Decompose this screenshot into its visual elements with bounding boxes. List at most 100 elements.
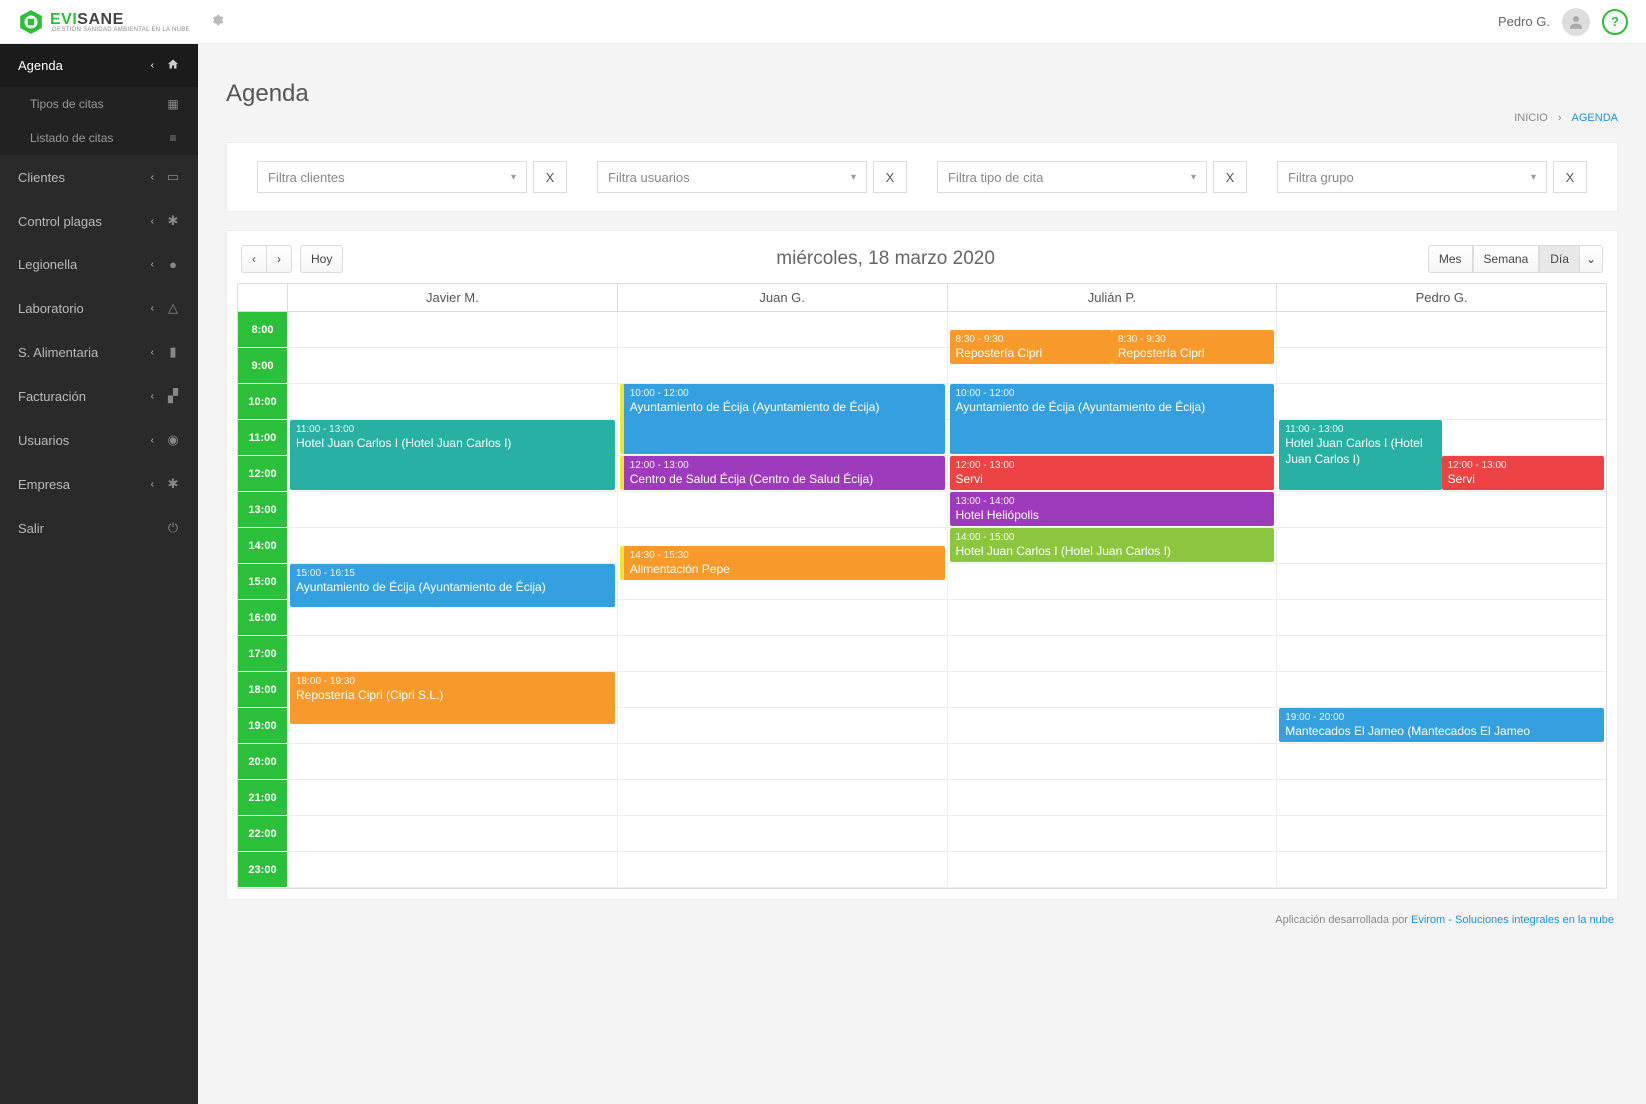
- calendar-event[interactable]: 8:30 - 9:30Repostería Cipri: [1112, 330, 1274, 364]
- calendar-event[interactable]: 11:00 - 13:00Hotel Juan Carlos I (Hotel …: [1279, 420, 1441, 490]
- hour-cell[interactable]: [288, 384, 617, 420]
- hour-cell[interactable]: [618, 636, 947, 672]
- gear-icon[interactable]: [210, 13, 224, 30]
- filter-clients-clear[interactable]: X: [533, 161, 567, 193]
- hour-cell[interactable]: [618, 780, 947, 816]
- sidebar-item-control-plagas[interactable]: Control plagas‹✱: [0, 199, 198, 243]
- hour-cell[interactable]: [1277, 852, 1606, 888]
- hour-cell[interactable]: [618, 348, 947, 384]
- hour-cell[interactable]: [288, 852, 617, 888]
- filter-groups-dropdown[interactable]: Filtra grupo: [1277, 161, 1547, 193]
- footer-link[interactable]: Evirom - Soluciones integrales en la nub…: [1411, 914, 1614, 926]
- filter-users-dropdown[interactable]: Filtra usuarios: [597, 161, 867, 193]
- calendar-event[interactable]: 12:00 - 13:00Servi: [1442, 456, 1604, 490]
- breadcrumb-root[interactable]: INICIO: [1514, 112, 1548, 124]
- hour-cell[interactable]: [288, 528, 617, 564]
- page-header: Agenda INICIO › AGENDA: [226, 64, 1618, 124]
- hour-cell[interactable]: [948, 708, 1277, 744]
- hour-cell[interactable]: [1277, 744, 1606, 780]
- hour-cell[interactable]: [1277, 492, 1606, 528]
- help-button[interactable]: ?: [1602, 9, 1628, 35]
- calendar-event[interactable]: 14:00 - 15:00Hotel Juan Carlos I (Hotel …: [950, 528, 1275, 562]
- sidebar-item-clientes[interactable]: Clientes‹▭: [0, 155, 198, 199]
- hour-cell[interactable]: [618, 744, 947, 780]
- logo[interactable]: EVISANE GESTIÓN SANIDAD AMBIENTAL EN LA …: [18, 9, 190, 35]
- calendar-event[interactable]: 14:30 - 15:30Alimentación Pepe: [620, 546, 945, 580]
- calendar-event[interactable]: 11:00 - 13:00Hotel Juan Carlos I (Hotel …: [290, 420, 615, 490]
- hour-cell[interactable]: [288, 816, 617, 852]
- sidebar-item-salir[interactable]: Salir⏻: [0, 506, 198, 550]
- filter-users-clear[interactable]: X: [873, 161, 907, 193]
- view-week[interactable]: Semana: [1473, 245, 1540, 273]
- hour-cell[interactable]: [1277, 348, 1606, 384]
- time-slot: 13:00: [238, 492, 288, 528]
- hour-cell[interactable]: [618, 852, 947, 888]
- sidebar-item-agenda[interactable]: Agenda ‹: [0, 44, 198, 87]
- calendar-event[interactable]: 10:00 - 12:00Ayuntamiento de Écija (Ayun…: [620, 384, 945, 454]
- hour-cell[interactable]: [948, 672, 1277, 708]
- filter-groups-clear[interactable]: X: [1553, 161, 1587, 193]
- calendar-event[interactable]: 18:00 - 19:30Repostería Cipri (Cipri S.L…: [290, 672, 615, 724]
- resource-col-pedro[interactable]: 11:00 - 13:00Hotel Juan Carlos I (Hotel …: [1277, 312, 1606, 888]
- sidebar-item-facturaci-n[interactable]: Facturación‹▞: [0, 374, 198, 418]
- hour-cell[interactable]: [618, 312, 947, 348]
- sidebar-sub-listado[interactable]: Listado de citas ≡: [0, 121, 198, 155]
- hour-cell[interactable]: [618, 600, 947, 636]
- hour-cell[interactable]: [948, 816, 1277, 852]
- sidebar-item-usuarios[interactable]: Usuarios‹◉: [0, 418, 198, 462]
- calendar-event[interactable]: 10:00 - 12:00Ayuntamiento de Écija (Ayun…: [950, 384, 1275, 454]
- hour-cell[interactable]: [1277, 600, 1606, 636]
- calendar-event[interactable]: 15:00 - 16:15Ayuntamiento de Écija (Ayun…: [290, 564, 615, 607]
- view-month[interactable]: Mes: [1428, 245, 1473, 273]
- hour-cell[interactable]: [288, 312, 617, 348]
- hour-cell[interactable]: [288, 492, 617, 528]
- sidebar-item-s-alimentaria[interactable]: S. Alimentaria‹▮: [0, 330, 198, 374]
- resource-col-juan[interactable]: 10:00 - 12:00Ayuntamiento de Écija (Ayun…: [618, 312, 948, 888]
- prev-button[interactable]: ‹: [241, 245, 267, 273]
- hour-cell[interactable]: [1277, 384, 1606, 420]
- filter-types-dropdown[interactable]: Filtra tipo de cita: [937, 161, 1207, 193]
- hour-cell[interactable]: [1277, 672, 1606, 708]
- calendar-event[interactable]: 19:00 - 20:00Mantecados El Jameo (Mantec…: [1279, 708, 1604, 742]
- hour-cell[interactable]: [618, 816, 947, 852]
- today-button[interactable]: Hoy: [300, 245, 343, 273]
- hour-cell[interactable]: [618, 672, 947, 708]
- filter-types-clear[interactable]: X: [1213, 161, 1247, 193]
- view-day[interactable]: Día: [1539, 245, 1580, 273]
- sidebar-sub-tipos[interactable]: Tipos de citas ▦: [0, 87, 198, 121]
- sidebar-item-label: Listado de citas: [30, 131, 113, 145]
- hour-cell[interactable]: [948, 636, 1277, 672]
- sidebar-item-laboratorio[interactable]: Laboratorio‹△: [0, 286, 198, 330]
- view-more[interactable]: ⌄: [1580, 245, 1603, 273]
- hour-cell[interactable]: [618, 708, 947, 744]
- hour-cell[interactable]: [948, 852, 1277, 888]
- calendar-event[interactable]: 8:30 - 9:30Repostería Cipri: [950, 330, 1112, 364]
- hour-cell[interactable]: [1277, 564, 1606, 600]
- hour-cell[interactable]: [288, 744, 617, 780]
- calendar-event[interactable]: 12:00 - 13:00Servi: [950, 456, 1275, 490]
- avatar-icon[interactable]: [1562, 8, 1590, 36]
- filter-clients-dropdown[interactable]: Filtra clientes: [257, 161, 527, 193]
- hour-cell[interactable]: [948, 600, 1277, 636]
- hour-cell[interactable]: [948, 780, 1277, 816]
- calendar-event[interactable]: 12:00 - 13:00Centro de Salud Écija (Cent…: [620, 456, 945, 490]
- event-title: Alimentación Pepe: [630, 562, 939, 578]
- hour-cell[interactable]: [618, 492, 947, 528]
- hour-cell[interactable]: [1277, 312, 1606, 348]
- resource-col-julian[interactable]: 8:30 - 9:30Repostería Cipri8:30 - 9:30Re…: [948, 312, 1278, 888]
- calendar-event[interactable]: 13:00 - 14:00Hotel Heliópolis: [950, 492, 1275, 526]
- sidebar-item-label: Laboratorio: [18, 301, 84, 316]
- hour-cell[interactable]: [288, 636, 617, 672]
- hour-cell[interactable]: [948, 564, 1277, 600]
- resource-col-javier[interactable]: 11:00 - 13:00Hotel Juan Carlos I (Hotel …: [288, 312, 618, 888]
- hour-cell[interactable]: [1277, 528, 1606, 564]
- next-button[interactable]: ›: [267, 245, 292, 273]
- hour-cell[interactable]: [1277, 636, 1606, 672]
- hour-cell[interactable]: [288, 780, 617, 816]
- hour-cell[interactable]: [288, 348, 617, 384]
- sidebar-item-empresa[interactable]: Empresa‹✱: [0, 462, 198, 506]
- hour-cell[interactable]: [948, 744, 1277, 780]
- hour-cell[interactable]: [1277, 780, 1606, 816]
- hour-cell[interactable]: [1277, 816, 1606, 852]
- sidebar-item-legionella[interactable]: Legionella‹●: [0, 243, 198, 286]
